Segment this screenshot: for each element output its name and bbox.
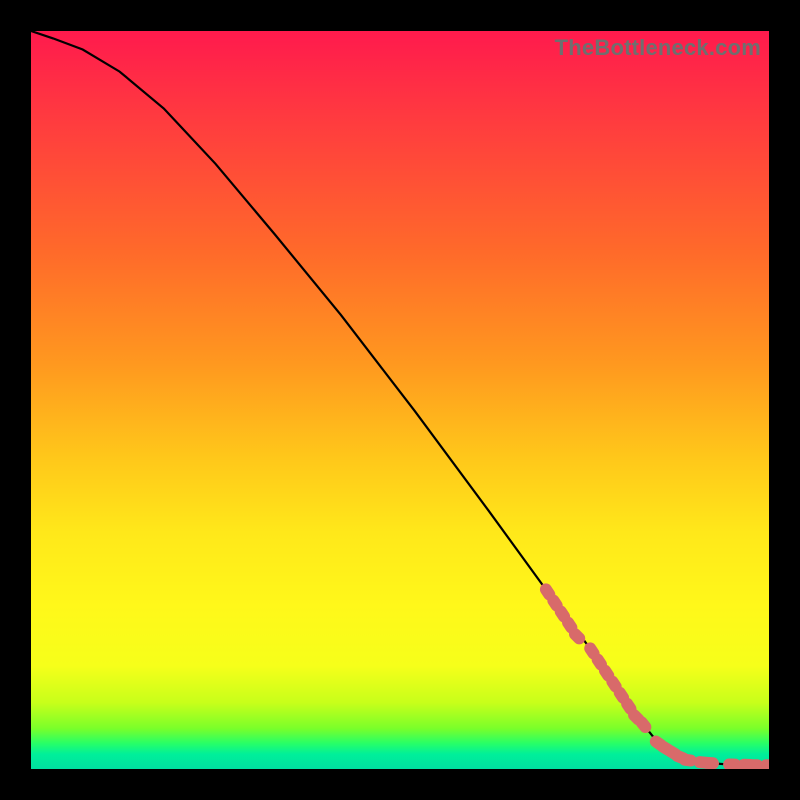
marker-dot — [701, 757, 720, 769]
chart-frame: TheBottleneck.com — [30, 30, 770, 770]
plot-area: TheBottleneck.com — [31, 31, 769, 769]
marker-dot — [760, 759, 769, 769]
chart-overlay — [31, 31, 769, 769]
chart-stage: TheBottleneck.com — [0, 0, 800, 800]
marker-group — [538, 581, 769, 769]
main-curve — [31, 31, 769, 765]
